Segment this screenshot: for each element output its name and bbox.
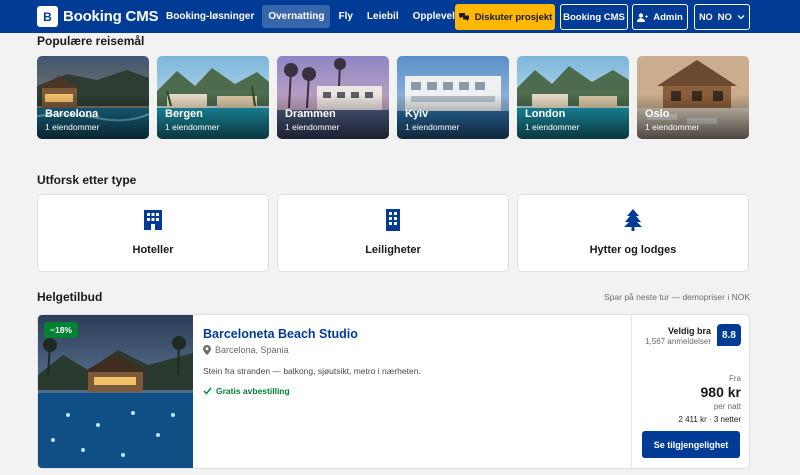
destination-card-kyiv[interactable]: Kyiv 1 eiendommer	[397, 56, 509, 139]
discuss-project-label: Diskuter prosjekt	[474, 11, 553, 23]
language-selector[interactable]: NO NO	[694, 4, 750, 30]
price: 980 kr	[700, 384, 741, 400]
language-label: NO	[717, 11, 732, 23]
nav-car-rental[interactable]: Leiebil	[361, 5, 405, 28]
destination-count: 1 eiendommer	[45, 122, 100, 132]
destination-name: Barcelona	[45, 108, 99, 120]
types-heading: Utforsk etter type	[37, 173, 137, 187]
nav-accommodation[interactable]: Overnatting	[262, 5, 331, 28]
type-label: Hoteller	[132, 244, 174, 256]
brand-logo[interactable]: B Booking CMS	[37, 6, 158, 27]
deal-image[interactable]	[38, 315, 193, 469]
rating-word: Veldig bra	[667, 326, 711, 336]
logo-mark: B	[37, 6, 58, 27]
deal-description: Stein fra stranden — balkong, sjøutsikt,…	[203, 366, 421, 376]
free-cancellation-label: Gratis avbestilling	[216, 386, 290, 396]
destination-name: London	[525, 108, 566, 120]
type-card-cabins[interactable]: Hytter og lodges	[517, 194, 749, 272]
destination-name: Drammen	[285, 108, 336, 120]
deal-title[interactable]: Barceloneta Beach Studio	[203, 327, 358, 341]
chat-icon	[458, 13, 469, 21]
admin-button[interactable]: Admin	[632, 4, 688, 30]
destination-name: Kyiv	[405, 108, 429, 120]
see-availability-button[interactable]: Se tilgjengelighet	[642, 431, 740, 458]
nav-booking-solutions[interactable]: Booking-løsninger	[160, 5, 260, 28]
type-card-apartments[interactable]: Leiligheter	[277, 194, 509, 272]
main-nav: Booking-løsninger Overnatting Fly Leiebi…	[160, 5, 476, 28]
destination-card-oslo[interactable]: Oslo 1 eiendommer	[637, 56, 749, 139]
deal-price-panel: Veldig bra 1,567 anmeldelser 8.8 Fra 980…	[631, 315, 749, 468]
top-header: B Booking CMS Booking-løsninger Overnatt…	[0, 0, 800, 33]
booking-cms-button[interactable]: Booking CMS	[560, 4, 628, 30]
rating-score-badge: 8.8	[717, 324, 741, 346]
type-card-hotels[interactable]: Hoteller	[37, 194, 269, 272]
discuss-project-button[interactable]: Diskuter prosjekt	[455, 4, 555, 30]
deal-location-label: Barcelona, Spania	[215, 345, 289, 355]
destination-count: 1 eiendommer	[405, 122, 460, 132]
deal-location: Barcelona, Spania	[203, 345, 289, 355]
user-icon	[637, 12, 648, 22]
hotel-icon	[144, 210, 162, 230]
deal-card: −18% Barceloneta Beach Studio Barcelona,…	[37, 314, 750, 469]
admin-label: Admin	[653, 11, 683, 23]
destination-count: 1 eiendommer	[165, 122, 220, 132]
destination-card-barcelona[interactable]: Barcelona 1 eiendommer	[37, 56, 149, 139]
destination-count: 1 eiendommer	[525, 122, 580, 132]
destination-card-drammen[interactable]: Drammen 1 eiendommer	[277, 56, 389, 139]
deals-note: Spar på neste tur — demopriser i NOK	[604, 292, 750, 302]
type-label: Leiligheter	[365, 244, 421, 256]
location-pin-icon	[203, 345, 211, 355]
brand-name: Booking CMS	[63, 8, 159, 25]
total-price: 2 411 kr · 3 netter	[678, 415, 741, 424]
destination-name: Oslo	[645, 108, 670, 120]
destination-card-london[interactable]: London 1 eiendommer	[517, 56, 629, 139]
check-icon	[203, 387, 212, 395]
destination-count: 1 eiendommer	[645, 122, 700, 132]
per-night-label: per natt	[713, 402, 741, 411]
tree-icon	[624, 209, 642, 231]
nav-flights[interactable]: Fly	[332, 5, 358, 28]
apartment-icon	[386, 209, 400, 231]
discount-badge: −18%	[44, 322, 78, 338]
language-flag: NO	[699, 12, 713, 22]
free-cancellation: Gratis avbestilling	[203, 386, 290, 396]
destinations-heading: Populære reisemål	[37, 34, 145, 48]
destination-count: 1 eiendommer	[285, 122, 340, 132]
destination-name: Bergen	[165, 108, 203, 120]
chevron-down-icon	[737, 15, 745, 20]
destination-card-bergen[interactable]: Bergen 1 eiendommer	[157, 56, 269, 139]
deals-heading: Helgetilbud	[37, 290, 103, 304]
price-from-label: Fra	[729, 374, 741, 383]
review-count: 1,567 anmeldelser	[645, 337, 711, 346]
type-label: Hytter og lodges	[589, 244, 677, 256]
